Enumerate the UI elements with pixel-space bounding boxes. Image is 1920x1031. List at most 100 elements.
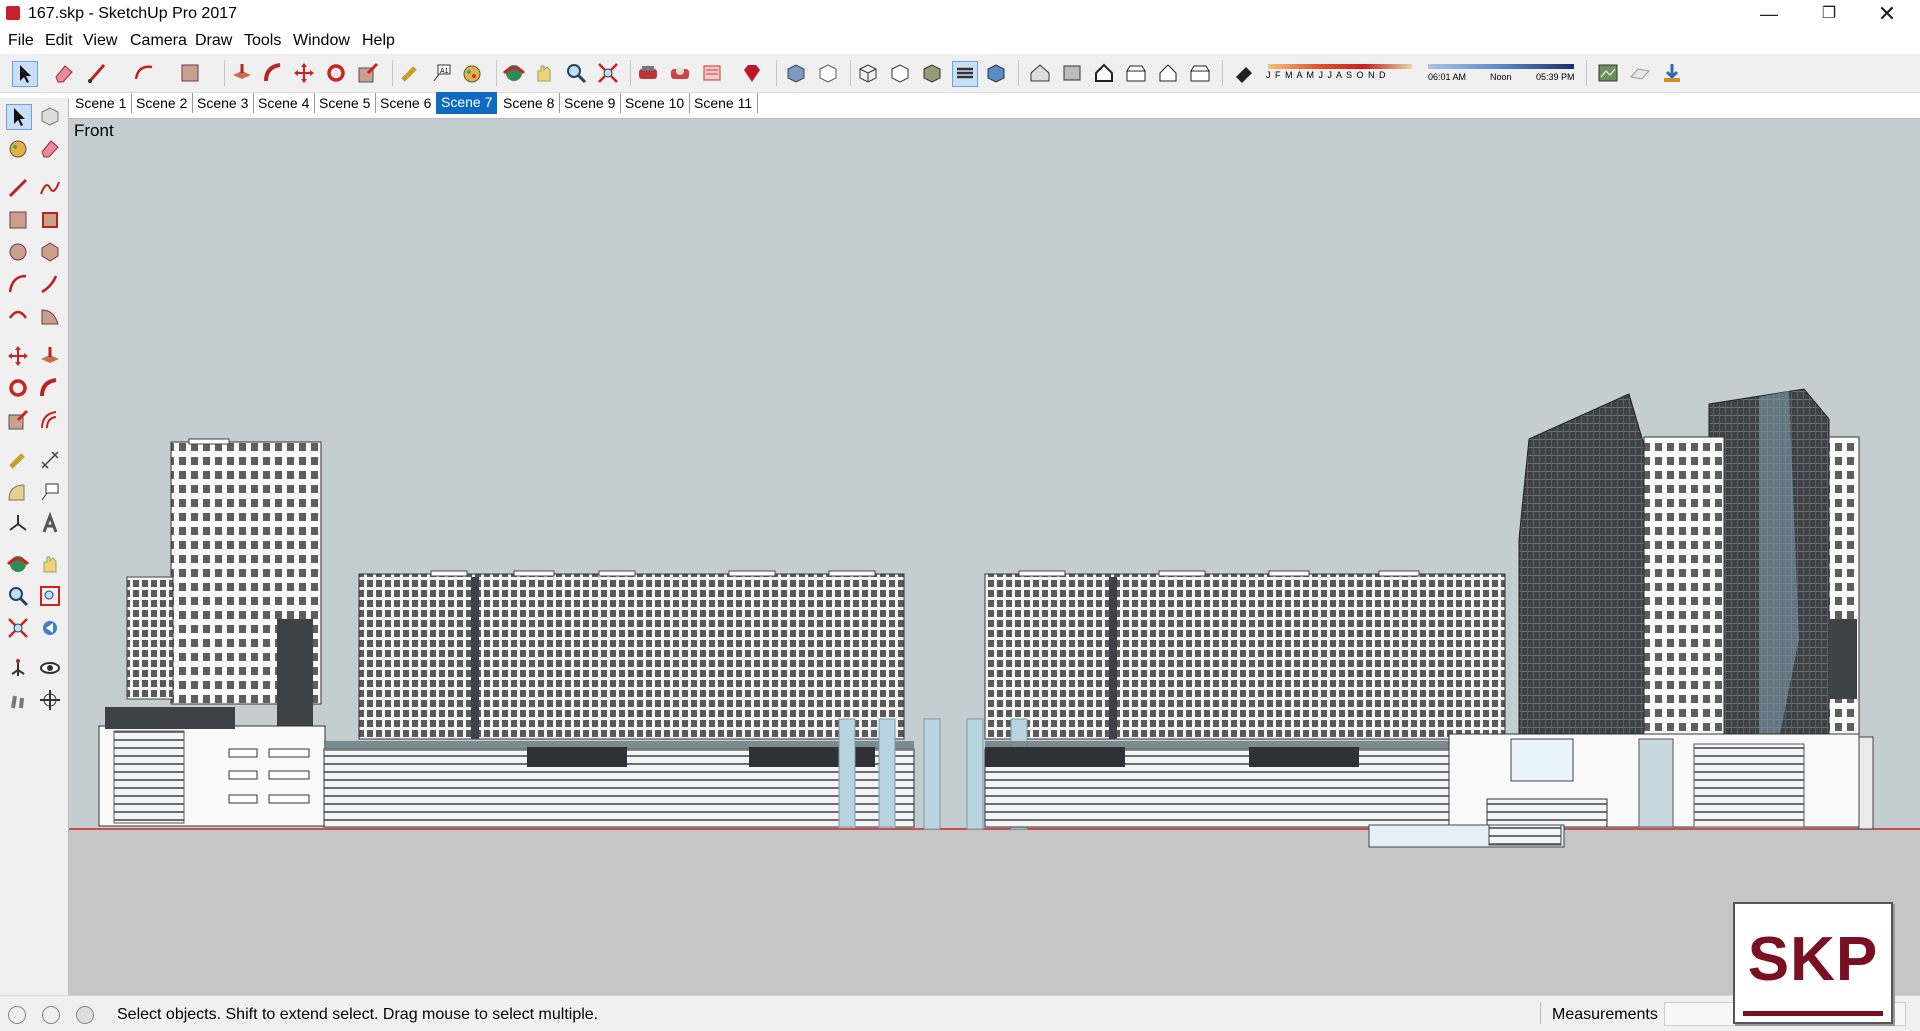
tape-measure-icon[interactable] xyxy=(6,448,30,472)
select-tool-icon[interactable] xyxy=(12,61,38,87)
ruby-console-icon[interactable] xyxy=(740,61,764,85)
menu-camera[interactable]: Camera xyxy=(130,32,187,50)
back-edges-icon[interactable] xyxy=(816,61,840,85)
display-shadows-icon[interactable] xyxy=(1232,61,1256,85)
3d-text-icon[interactable] xyxy=(38,512,62,536)
position-camera-icon[interactable] xyxy=(6,656,30,680)
add-location-icon[interactable] xyxy=(1596,61,1620,85)
close-button[interactable]: ✕ xyxy=(1864,0,1910,28)
menu-view[interactable]: View xyxy=(83,32,117,50)
tab-scene-1[interactable]: Scene 1 xyxy=(70,93,133,113)
dimension-icon[interactable] xyxy=(38,448,62,472)
tab-scene-9[interactable]: Scene 9 xyxy=(559,93,622,113)
scale-tool-icon[interactable] xyxy=(356,61,380,85)
follow-me-icon[interactable] xyxy=(262,61,286,85)
offset-icon[interactable] xyxy=(38,408,62,432)
rotate-icon[interactable] xyxy=(6,376,30,400)
geo-location-icon[interactable] xyxy=(8,1006,26,1024)
zoom-window-icon[interactable] xyxy=(38,584,62,608)
rectangle-icon[interactable] xyxy=(6,208,30,232)
look-around-icon[interactable] xyxy=(38,656,62,680)
share-model-icon[interactable] xyxy=(668,61,692,85)
menu-help[interactable]: Help xyxy=(362,32,395,50)
push-pull-icon[interactable] xyxy=(230,61,254,85)
monochrome-icon[interactable] xyxy=(984,61,1008,85)
tab-scene-4[interactable]: Scene 4 xyxy=(253,93,316,113)
zoom-icon[interactable] xyxy=(6,584,30,608)
model-viewport[interactable]: Front xyxy=(69,118,1920,996)
user-account-icon[interactable] xyxy=(76,1006,94,1024)
back-view-icon[interactable] xyxy=(1156,61,1180,85)
shape-tool-icon[interactable] xyxy=(178,61,202,85)
paint-bucket-icon[interactable] xyxy=(6,136,30,160)
tab-scene-11[interactable]: Scene 11 xyxy=(689,93,759,113)
select-icon[interactable] xyxy=(6,104,32,130)
photo-textures-icon[interactable] xyxy=(1660,61,1684,85)
orbit-icon[interactable] xyxy=(502,61,526,85)
text-icon[interactable] xyxy=(38,480,62,504)
xray-style-icon[interactable] xyxy=(784,61,808,85)
tab-scene-7[interactable]: Scene 7 xyxy=(436,92,498,114)
tab-scene-2[interactable]: Scene 2 xyxy=(131,93,194,113)
left-view-icon[interactable] xyxy=(1188,61,1212,85)
credits-icon[interactable] xyxy=(42,1006,60,1024)
shadow-time-panel[interactable]: 06:01 AM Noon 05:39 PM xyxy=(1426,60,1578,86)
eraser-tool-icon[interactable] xyxy=(52,61,76,85)
tab-scene-10[interactable]: Scene 10 xyxy=(620,93,691,113)
follow-me-icon[interactable] xyxy=(38,376,62,400)
shaded-icon[interactable] xyxy=(920,61,944,85)
move-icon[interactable] xyxy=(6,344,30,368)
zoom-icon[interactable] xyxy=(564,61,588,85)
toggle-terrain-icon[interactable] xyxy=(1628,61,1652,85)
zoom-extents-icon[interactable] xyxy=(6,616,30,640)
extension-warehouse-icon[interactable] xyxy=(700,61,724,85)
eraser-icon[interactable] xyxy=(38,136,62,160)
hidden-line-icon[interactable] xyxy=(888,61,912,85)
paint-bucket-icon[interactable] xyxy=(460,61,484,85)
text-tool-icon[interactable]: A1 xyxy=(430,61,454,85)
menu-draw[interactable]: Draw xyxy=(195,32,232,50)
pan-icon[interactable] xyxy=(38,552,62,576)
menu-file[interactable]: File xyxy=(8,32,34,50)
shadow-date-panel[interactable]: J F M A M J J A S O N D xyxy=(1266,60,1416,86)
make-component-icon[interactable] xyxy=(38,104,62,128)
top-view-icon[interactable] xyxy=(1060,61,1084,85)
menu-edit[interactable]: Edit xyxy=(45,32,73,50)
previous-view-icon[interactable] xyxy=(38,616,62,640)
menu-window[interactable]: Window xyxy=(293,32,350,50)
tab-scene-6[interactable]: Scene 6 xyxy=(375,93,438,113)
tab-scene-8[interactable]: Scene 8 xyxy=(498,93,561,113)
circle-icon[interactable] xyxy=(6,240,30,264)
move-tool-icon[interactable] xyxy=(292,61,316,85)
tape-measure-icon[interactable] xyxy=(398,61,422,85)
walk-icon[interactable] xyxy=(6,688,30,712)
push-pull-icon[interactable] xyxy=(38,344,62,368)
three-point-arc-icon[interactable] xyxy=(6,304,30,328)
orbit-icon[interactable] xyxy=(6,552,30,576)
maximize-button[interactable]: ❐ xyxy=(1806,0,1852,28)
right-view-icon[interactable] xyxy=(1124,61,1148,85)
pan-icon[interactable] xyxy=(532,61,556,85)
section-plane-icon[interactable] xyxy=(38,688,62,712)
iso-view-icon[interactable] xyxy=(1028,61,1052,85)
wireframe-icon[interactable] xyxy=(856,61,880,85)
tab-scene-3[interactable]: Scene 3 xyxy=(192,93,255,113)
tab-scene-5[interactable]: Scene 5 xyxy=(314,93,377,113)
freehand-icon[interactable] xyxy=(38,176,62,200)
rotate-tool-icon[interactable] xyxy=(324,61,348,85)
two-point-arc-icon[interactable] xyxy=(38,272,62,296)
scale-icon[interactable] xyxy=(6,408,30,432)
pie-icon[interactable] xyxy=(38,304,62,328)
axes-icon[interactable] xyxy=(6,512,30,536)
shaded-with-textures-icon[interactable] xyxy=(952,61,978,87)
protractor-icon[interactable] xyxy=(6,480,30,504)
menu-tools[interactable]: Tools xyxy=(244,32,281,50)
minimize-button[interactable]: — xyxy=(1746,0,1792,28)
rotated-rectangle-icon[interactable] xyxy=(38,208,62,232)
front-view-icon[interactable] xyxy=(1092,61,1116,85)
polygon-icon[interactable] xyxy=(38,240,62,264)
arc-tool-icon[interactable] xyxy=(132,61,156,85)
warehouse-icon[interactable] xyxy=(636,61,660,85)
arc-icon[interactable] xyxy=(6,272,30,296)
zoom-extents-icon[interactable] xyxy=(596,61,620,85)
